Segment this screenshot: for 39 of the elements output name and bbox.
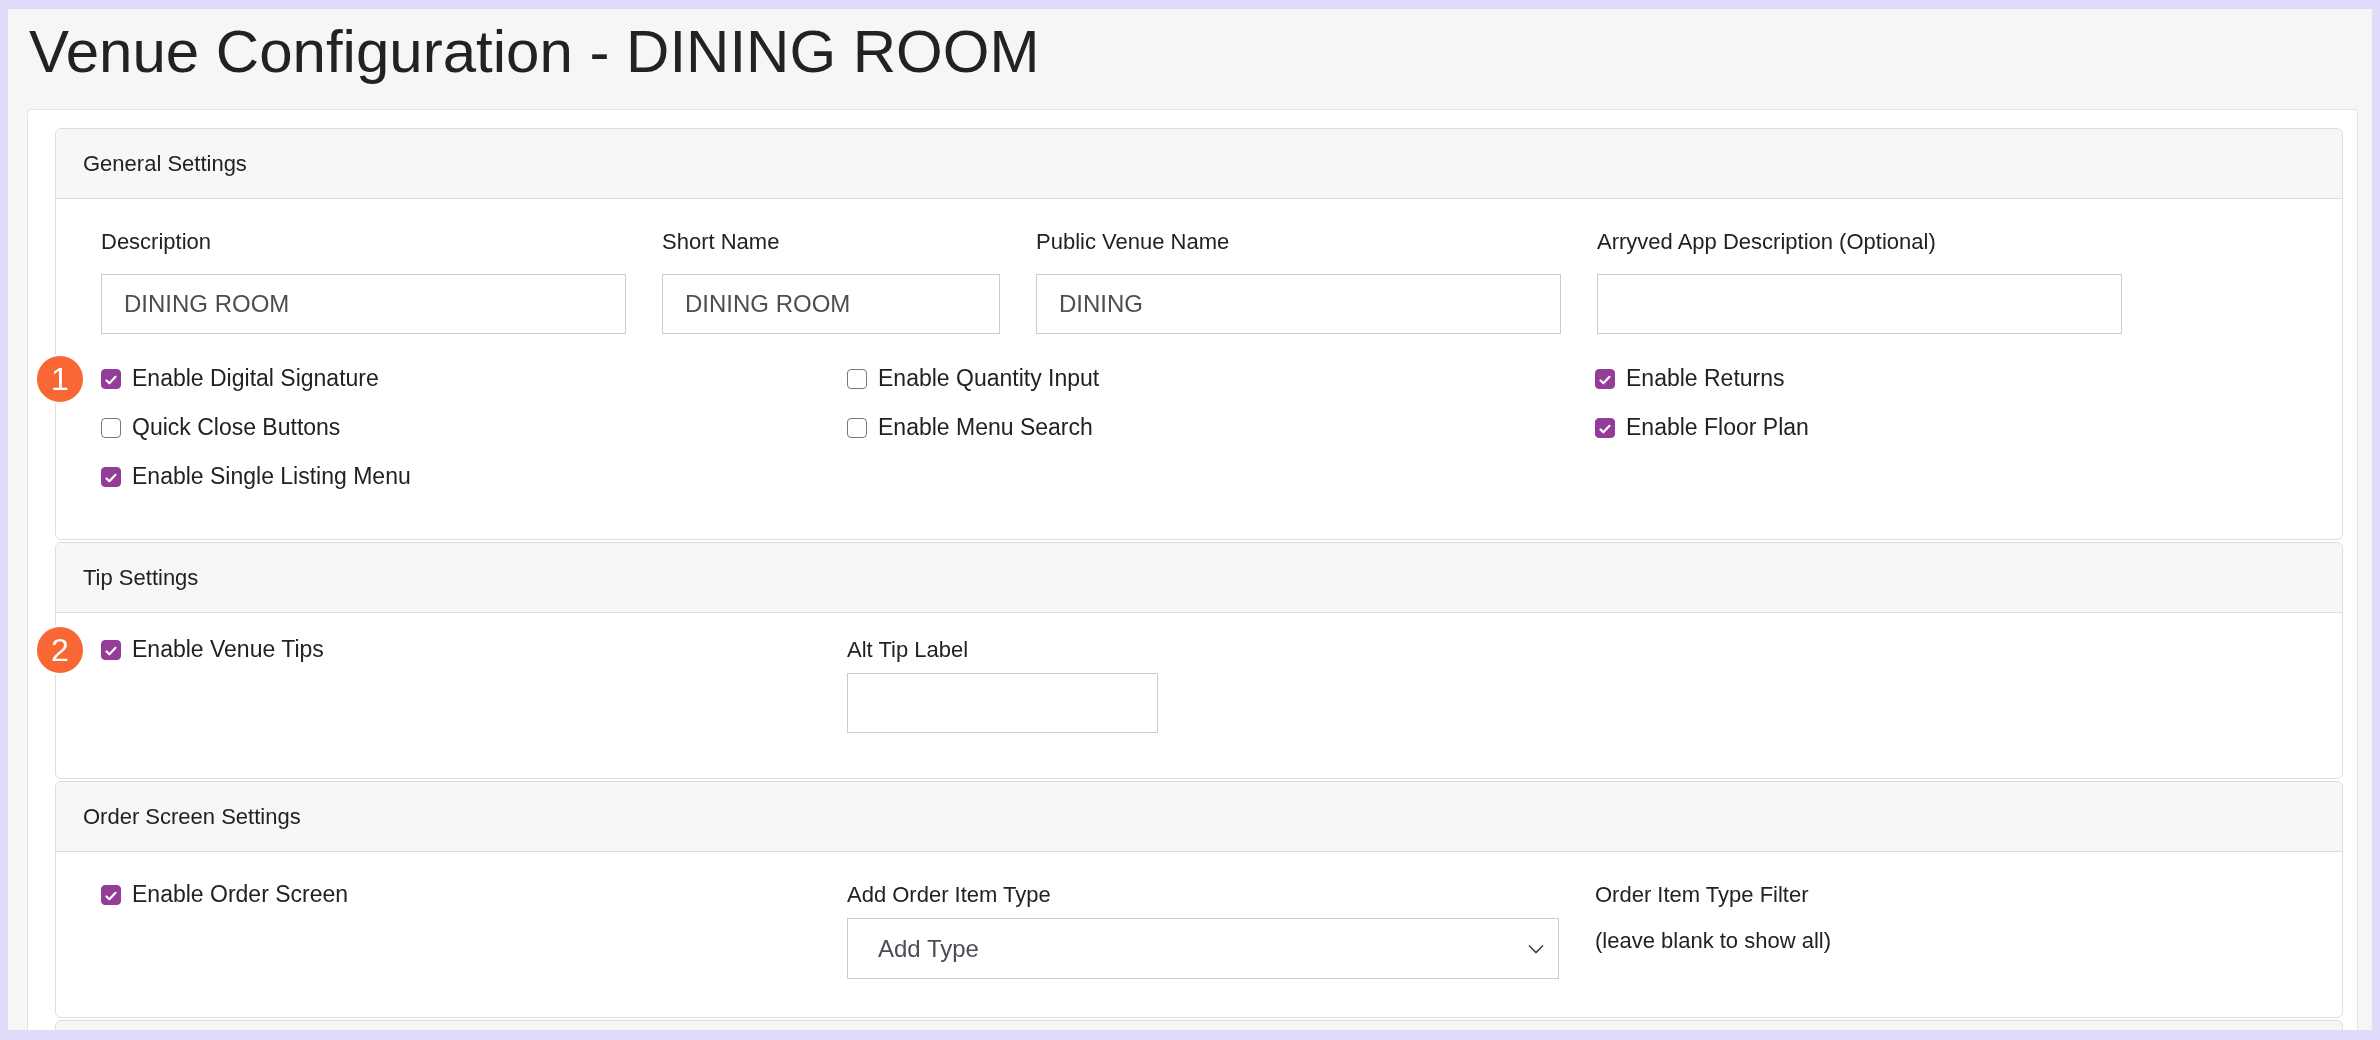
step-badge: 2: [35, 625, 85, 675]
checkbox-label: Enable Venue Tips: [132, 636, 324, 663]
input-field[interactable]: [847, 673, 1158, 733]
field-label: Arryved App Description (Optional): [1597, 229, 1937, 255]
checkbox[interactable]: [101, 368, 121, 389]
input-field[interactable]: DINING: [1036, 274, 1561, 334]
field-label: Alt Tip Label: [847, 637, 970, 663]
checkbox[interactable]: [1595, 417, 1615, 438]
checkbox[interactable]: [101, 639, 121, 660]
checkbox-label: Quick Close Buttons: [132, 414, 341, 441]
field-label: Description: [101, 229, 213, 255]
chevron-down-icon: [1528, 943, 1544, 954]
checkbox[interactable]: [101, 884, 121, 905]
checkbox-label: Enable Menu Search: [878, 414, 1093, 441]
checkbox[interactable]: [847, 368, 867, 389]
section-title: Order Screen Settings: [83, 803, 301, 830]
checkbox-label: Enable Floor Plan: [1626, 414, 1809, 441]
checkbox[interactable]: [101, 417, 121, 438]
field-label: (leave blank to show all): [1595, 928, 1831, 954]
checkbox-label: Enable Returns: [1626, 365, 1785, 392]
checkbox[interactable]: [101, 466, 121, 487]
checkbox-label: Enable Single Listing Menu: [132, 463, 411, 490]
page-title: Venue Configuration - DINING ROOM: [28, 17, 1041, 87]
checkbox-label: Enable Quantity Input: [878, 365, 1100, 392]
input-field[interactable]: DINING ROOM: [662, 274, 1000, 334]
checkbox[interactable]: [847, 417, 867, 438]
field-label: Short Name: [662, 229, 781, 255]
field-label: Public Venue Name: [1036, 229, 1231, 255]
section-title: Tip Settings: [83, 564, 199, 591]
field-label: Add Order Item Type: [847, 882, 1052, 908]
dropdown[interactable]: Add Type: [847, 918, 1559, 979]
checkbox-label: Enable Order Screen: [132, 881, 349, 908]
field-label: Order Item Type Filter: [1595, 882, 1809, 908]
input-field[interactable]: DINING ROOM: [101, 274, 626, 334]
step-badge: 1: [35, 354, 85, 404]
checkbox-label: Enable Digital Signature: [132, 365, 379, 392]
input-field[interactable]: [1597, 274, 2122, 334]
section-title: General Settings: [83, 150, 247, 177]
checkbox[interactable]: [1595, 368, 1615, 389]
